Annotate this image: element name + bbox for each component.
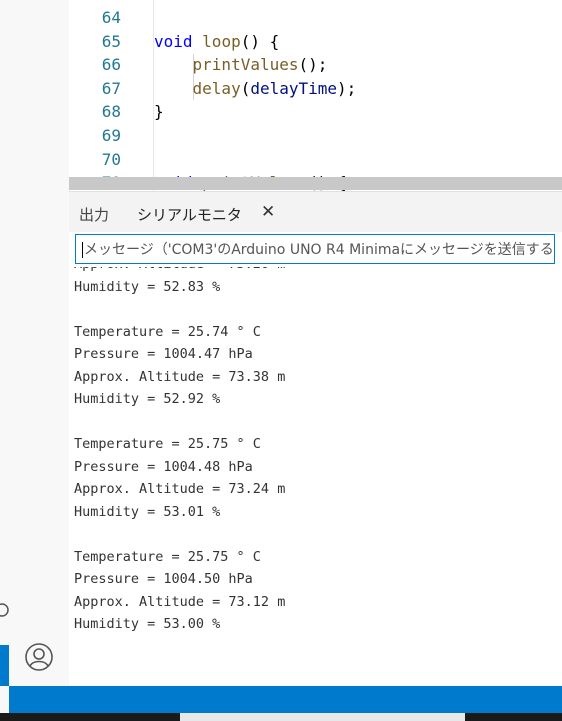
serial-line: Temperature = 25.75 ° C [74,436,261,452]
status-bar [9,686,562,713]
account-icon[interactable] [24,642,54,672]
code-line: 67 delay(delayTime); [69,77,562,100]
serial-line: Approx. Altitude = 73.38 m [74,368,286,385]
tab-output[interactable]: 出力 [79,204,109,225]
line-number: 68 [101,102,121,122]
line-number: 67 [101,78,121,98]
code-line: 66 printValues(); [69,53,562,76]
panel-tabbar: 出力 シリアルモニタ ✕ [69,192,562,232]
partial-icon [0,598,9,628]
left-status-strip [0,645,9,686]
code-text: delay(delayTime); [192,78,357,98]
activity-bar [9,0,70,686]
code-text: printValues(); [192,55,328,75]
line-number: 69 [101,126,121,145]
code-line: 68} [69,100,562,123]
line-number: 66 [101,55,121,75]
serial-output[interactable]: Approx. Altitude = 73.20 m Humidity = 52.… [69,267,562,686]
bottom-panel: 出力 シリアルモニタ ✕ メッセージ（'COM3'のArduino UNO R4… [69,191,562,686]
serial-line: Pressure = 1004.48 hPa [74,458,253,475]
tab-serial-monitor[interactable]: シリアルモニタ [137,204,242,225]
code-line: 64 [69,6,562,29]
taskbar-window [180,713,465,721]
line-number: 70 [101,149,121,169]
serial-line: Temperature = 25.75 ° C [74,548,261,565]
code-editor[interactable]: 64 65 void loop() {66 printValues(); 67 del… [69,0,562,191]
code-line: 70 [69,148,562,171]
serial-line: Approx. Altitude = 73.20 m [74,267,285,275]
serial-line: Humidity = 52.83 % [74,278,221,295]
serial-line: Pressure = 1004.47 hPa [74,346,253,362]
serial-line: Humidity = 52.92 % [74,391,221,407]
text-caret [82,242,83,258]
code-text: } [154,102,164,122]
serial-line: Approx. Altitude = 73.24 m [74,481,286,497]
serial-message-placeholder: メッセージ（'COM3'のArduino UNO R4 Minimaにメッセージ… [84,242,554,258]
line-number: 65 [101,31,121,51]
code-line: 69 [69,124,562,147]
serial-line: Temperature = 25.74 ° C [74,323,261,340]
code-line: 65 void loop() { [69,30,562,53]
line-number: 64 [101,8,121,27]
close-icon[interactable]: ✕ [261,202,275,222]
serial-line: Pressure = 1004.50 hPa [74,571,253,587]
serial-line: Humidity = 53.01 % [74,503,221,520]
editor-scroll-shadow [69,177,562,190]
code-text: void loop() { [154,31,280,51]
serial-message-input[interactable]: メッセージ（'COM3'のArduino UNO R4 Minimaにメッセージ… [75,234,555,264]
serial-line: Approx. Altitude = 73.12 m [74,593,286,610]
serial-line: Humidity = 53.00 % [74,616,221,632]
